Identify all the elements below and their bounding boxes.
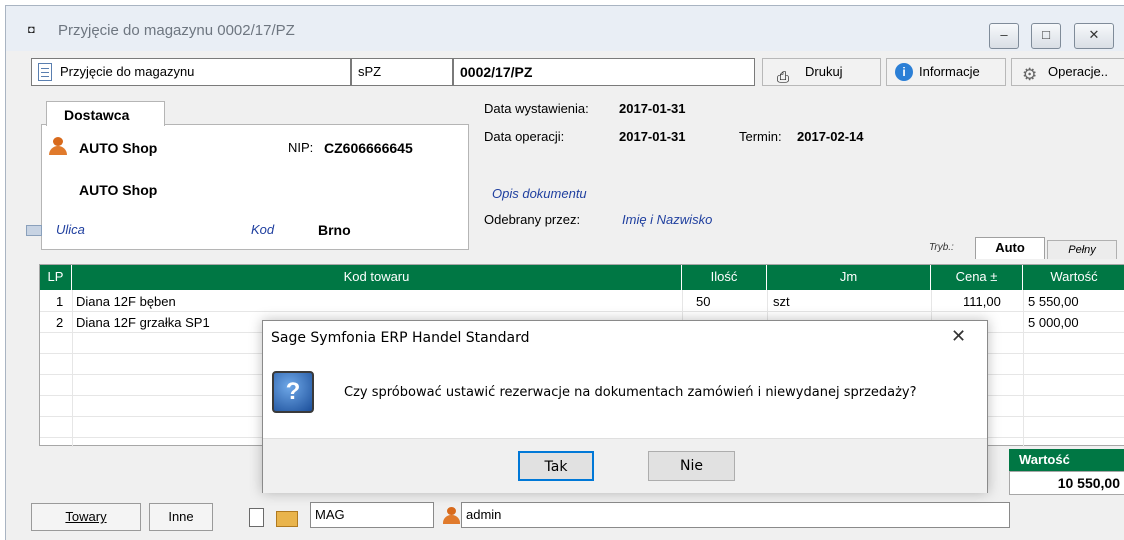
tab-mode-full[interactable]: Pełny: [1047, 240, 1117, 259]
tab-mode-full-label: Pełny: [1068, 244, 1096, 256]
issue-date-label: Data wystawienia:: [484, 101, 589, 116]
close-button[interactable]: ✕: [1074, 23, 1114, 49]
street-field[interactable]: Ulica: [56, 222, 85, 237]
total-value: 10 550,00: [1009, 471, 1124, 495]
column-header-unit[interactable]: Jm: [767, 265, 931, 290]
title-bar: ◘ Przyjęcie do magazynu 0002/17/PZ – □ ✕: [6, 6, 1124, 51]
operation-date-label: Data operacji:: [484, 129, 565, 144]
dialog-title: Sage Symfonia ERP Handel Standard: [271, 330, 530, 346]
warehouse-icon: [276, 511, 298, 527]
user-icon: [443, 507, 460, 524]
description-field[interactable]: Opis dokumentu: [492, 186, 587, 201]
tab-supplier[interactable]: Dostawca: [46, 101, 165, 126]
window-title: Przyjęcie do magazynu 0002/17/PZ: [58, 22, 295, 39]
maximize-button[interactable]: □: [1031, 23, 1061, 49]
contractor-icon: [49, 137, 67, 155]
notes-icon[interactable]: [249, 508, 264, 527]
due-date-value[interactable]: 2017-02-14: [797, 129, 864, 144]
warehouse-value: MAG: [315, 507, 345, 522]
total-value-label: Wartość: [1009, 449, 1124, 471]
row-price: 111,00: [963, 294, 1001, 309]
dialog-message: Czy spróbować ustawić rezerwacje na doku…: [344, 385, 917, 400]
tab-other-label: Inne: [168, 509, 194, 524]
dialog-close-button[interactable]: ✕: [951, 326, 966, 347]
received-by-label: Odebrany przez:: [484, 212, 581, 227]
user-value: admin: [466, 507, 502, 522]
tab-goods-label: Towary: [65, 509, 107, 524]
app-icon: ◘: [28, 24, 35, 36]
tab-goods[interactable]: Towary: [31, 503, 141, 531]
nip-value[interactable]: CZ606666645: [324, 140, 413, 156]
doc-type-value: Przyjęcie do magazynu: [60, 64, 195, 79]
confirmation-dialog: Sage Symfonia ERP Handel Standard ✕ ? Cz…: [262, 320, 988, 493]
supplier-name[interactable]: AUTO Shop: [79, 140, 157, 156]
operations-button[interactable]: ⚙ Operacje..: [1011, 58, 1124, 86]
document-icon: [38, 63, 52, 81]
warehouse-field[interactable]: MAG: [310, 502, 434, 528]
postcode-field[interactable]: Kod: [251, 222, 274, 237]
user-field[interactable]: admin: [461, 502, 1010, 528]
print-button[interactable]: ⎙ Drukuj: [762, 58, 881, 86]
printer-icon: ⎙: [777, 69, 790, 86]
tab-mode-auto-label: Auto: [995, 240, 1025, 255]
tab-mode-auto[interactable]: Auto: [975, 237, 1045, 259]
row-lp: 2: [56, 315, 64, 330]
issue-date-value[interactable]: 2017-01-31: [619, 101, 686, 116]
row-qty: 50: [696, 294, 711, 309]
yes-button[interactable]: Tak: [518, 451, 594, 481]
doc-type-field[interactable]: Przyjęcie do magazynu: [31, 58, 351, 86]
row-value: 5 550,00: [1028, 294, 1079, 309]
operation-date-value[interactable]: 2017-01-31: [619, 129, 686, 144]
column-header-lp[interactable]: LP: [40, 265, 72, 290]
operations-label: Operacje..: [1048, 64, 1108, 79]
due-date-label: Termin:: [739, 129, 782, 144]
column-header-price[interactable]: Cena ±: [931, 265, 1023, 290]
row-code: Diana 12F bęben: [76, 294, 176, 309]
city-field[interactable]: Brno: [318, 222, 351, 238]
supplier-name-2[interactable]: AUTO Shop: [79, 182, 157, 198]
print-label: Drukuj: [805, 64, 843, 79]
gear-icon: ⚙: [1022, 65, 1038, 84]
info-icon: i: [895, 63, 913, 81]
no-button[interactable]: Nie: [648, 451, 735, 481]
column-header-code[interactable]: Kod towaru: [72, 265, 682, 290]
column-header-qty[interactable]: Ilość: [682, 265, 767, 290]
question-icon: ?: [272, 371, 314, 413]
mode-label: Tryb.:: [929, 242, 954, 253]
minimize-button[interactable]: –: [989, 23, 1019, 49]
row-value: 5 000,00: [1028, 315, 1079, 330]
received-by-field[interactable]: Imię i Nazwisko: [622, 212, 712, 227]
address-card-icon: [26, 225, 42, 236]
nip-label: NIP:: [288, 140, 314, 155]
document-number-field[interactable]: 0002/17/PZ: [453, 58, 755, 86]
info-button[interactable]: i Informacje: [886, 58, 1006, 86]
row-lp: 1: [56, 294, 64, 309]
row-code: Diana 12F grzałka SP1: [76, 315, 210, 330]
row-unit: szt: [773, 294, 790, 309]
toolbar: Przyjęcie do magazynu sPZ 0002/17/PZ ⎙ D…: [31, 58, 1124, 86]
column-header-value[interactable]: Wartość: [1023, 265, 1124, 290]
dialog-button-bar: Tak Nie: [263, 438, 987, 493]
symbol-field[interactable]: sPZ: [351, 58, 453, 86]
tab-other[interactable]: Inne: [149, 503, 213, 531]
info-label: Informacje: [919, 64, 980, 79]
